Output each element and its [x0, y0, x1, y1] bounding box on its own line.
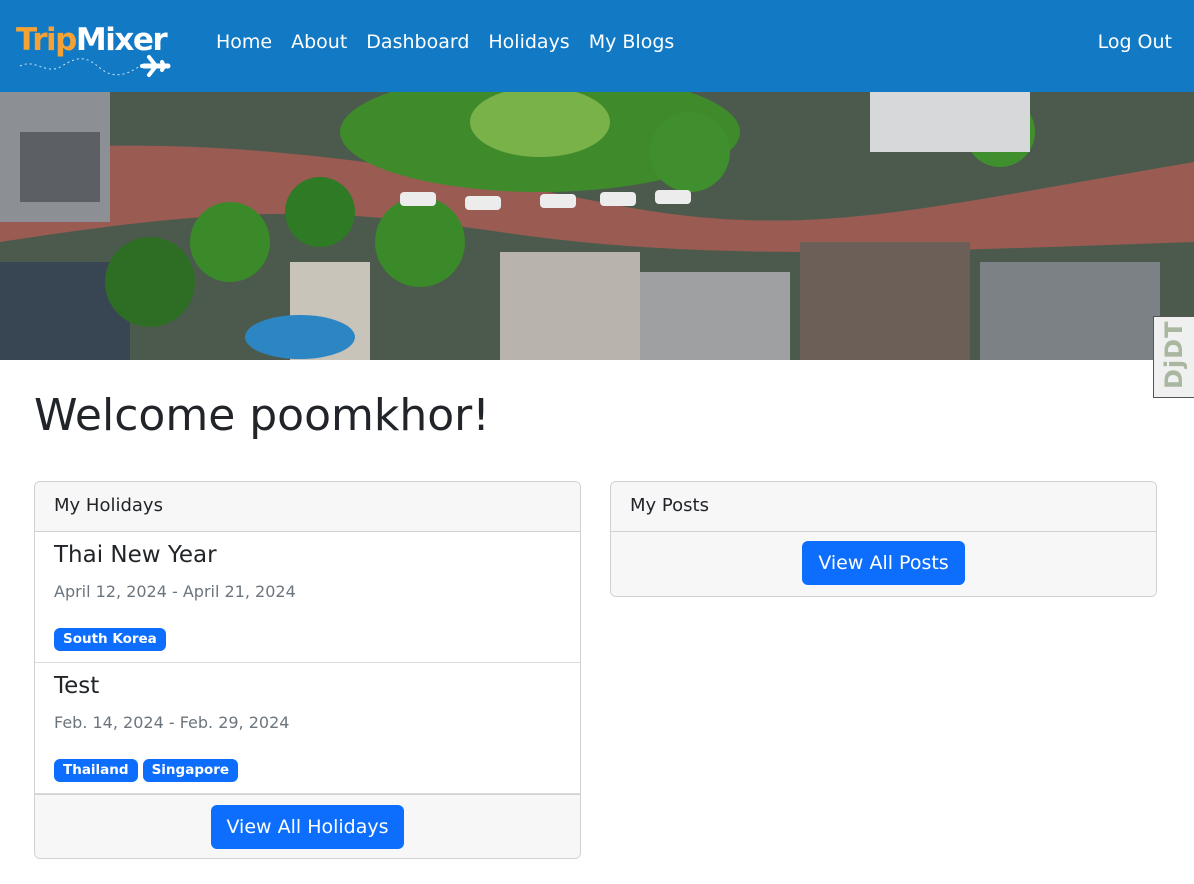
nav-holidays-link[interactable]: Holidays	[488, 29, 569, 55]
holiday-country-badges: Thailand Singapore	[54, 759, 243, 782]
nav-links: Home About Dashboard Holidays My Blogs	[216, 29, 693, 55]
my-posts-card-title: My Posts	[611, 482, 1156, 532]
holiday-country-badges: South Korea	[54, 628, 171, 651]
holiday-name[interactable]: Thai New Year	[54, 540, 217, 570]
airplane-icon	[19, 55, 171, 77]
country-badge: Singapore	[142, 759, 239, 782]
navbar: TripMixer Home About Dashboard Holidays …	[0, 0, 1194, 92]
brand-logo[interactable]: TripMixer	[16, 18, 176, 80]
country-badge: South Korea	[54, 628, 166, 651]
holiday-list-item[interactable]: Test Feb. 14, 2024 - Feb. 29, 2024 Thail…	[35, 663, 580, 794]
my-posts-card-body: View All Posts	[611, 532, 1156, 596]
logout-link[interactable]: Log Out	[1098, 29, 1172, 55]
holiday-name[interactable]: Test	[54, 671, 99, 701]
my-holidays-card: My Holidays Thai New Year April 12, 2024…	[34, 481, 581, 859]
holiday-dates: April 12, 2024 - April 21, 2024	[54, 582, 296, 601]
country-badge: Thailand	[54, 759, 138, 782]
view-all-posts-button[interactable]: View All Posts	[802, 541, 965, 585]
my-posts-card: My Posts View All Posts	[610, 481, 1157, 597]
debug-toolbar-handle[interactable]: DjDT	[1153, 316, 1194, 398]
nav-dashboard-link[interactable]: Dashboard	[366, 29, 469, 55]
view-all-holidays-button[interactable]: View All Holidays	[211, 805, 404, 849]
holiday-dates: Feb. 14, 2024 - Feb. 29, 2024	[54, 713, 290, 732]
page-title: Welcome poomkhor!	[34, 390, 490, 441]
my-holidays-card-title: My Holidays	[35, 482, 580, 532]
holiday-list-item[interactable]: Thai New Year April 12, 2024 - April 21,…	[35, 532, 580, 663]
debug-toolbar-label: DjDT	[1160, 320, 1188, 389]
nav-home-link[interactable]: Home	[216, 29, 272, 55]
my-holidays-card-footer: View All Holidays	[35, 794, 580, 858]
nav-about-link[interactable]: About	[291, 29, 347, 55]
nav-my-blogs-link[interactable]: My Blogs	[589, 29, 675, 55]
hero-banner-image	[0, 92, 1194, 360]
